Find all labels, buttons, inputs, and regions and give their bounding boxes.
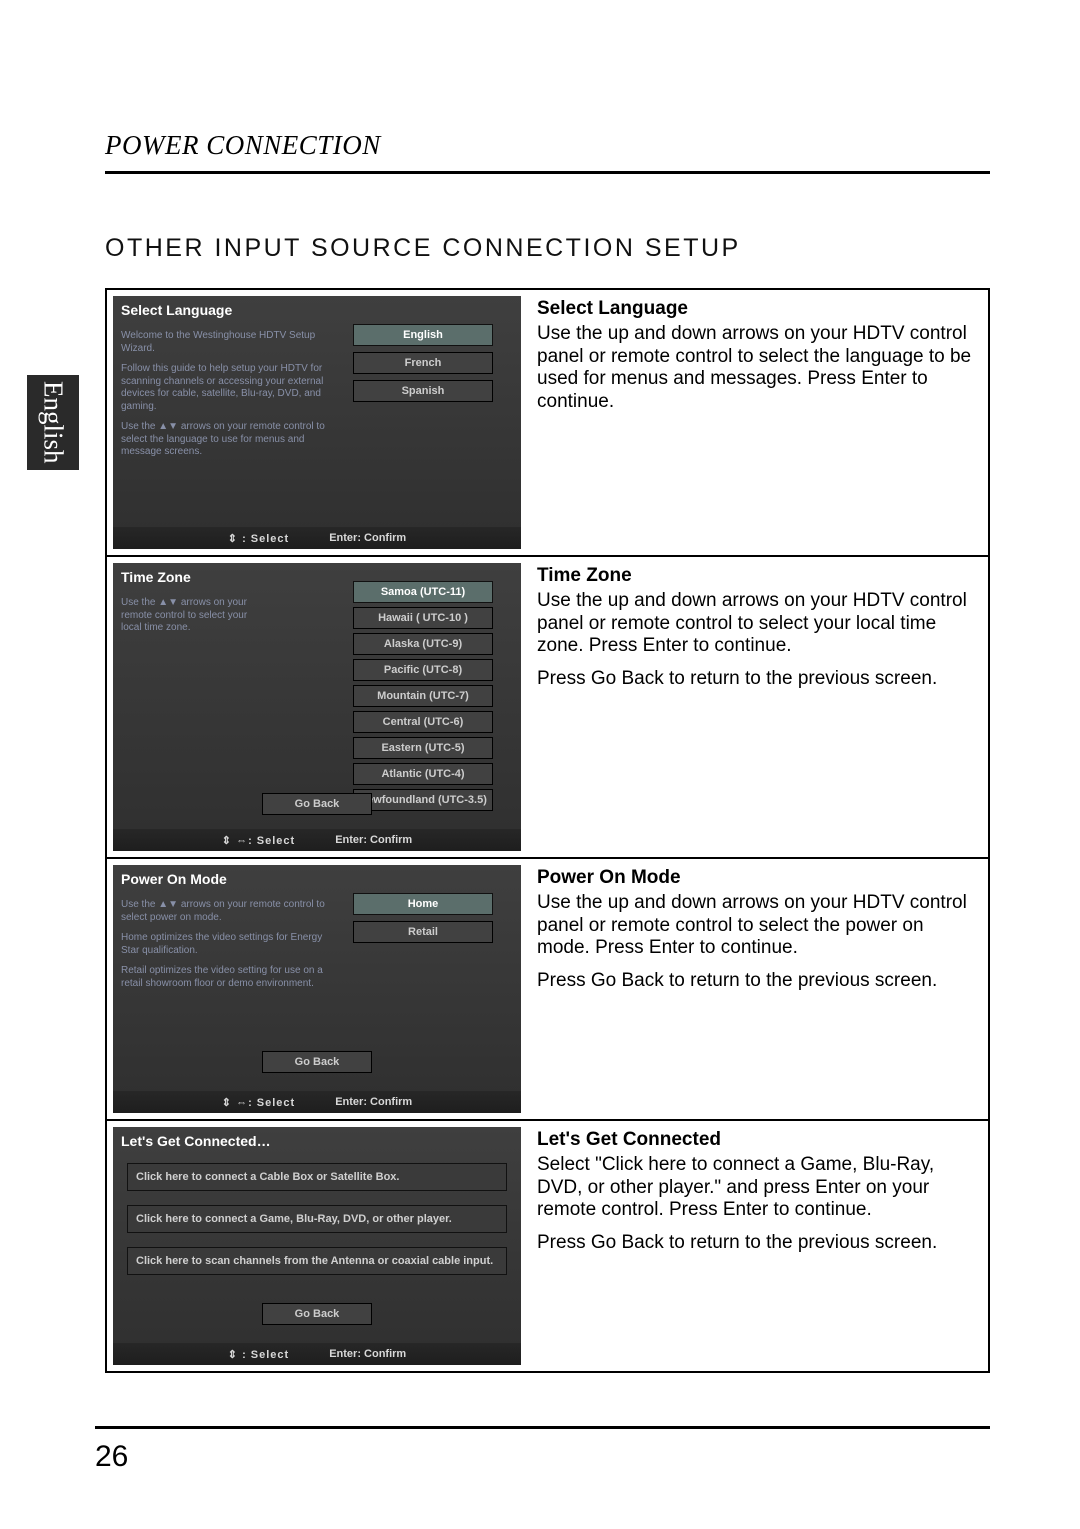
tv-screen-power-on-mode: Power On Mode Use the ▲▼ arrows on your … <box>107 859 527 1119</box>
section-title: OTHER INPUT SOURCE CONNECTION SETUP <box>105 234 990 263</box>
panel-description: Select Language Use the up and down arro… <box>527 290 988 555</box>
option-retail[interactable]: Retail <box>353 921 493 943</box>
panel-description: Let's Get Connected Select "Click here t… <box>527 1121 988 1371</box>
option-eastern[interactable]: Eastern (UTC-5) <box>353 737 493 759</box>
screen-title: Select Language <box>113 296 521 322</box>
option-atlantic[interactable]: Atlantic (UTC-4) <box>353 763 493 785</box>
footer-confirm-hint: Enter: Confirm <box>329 532 406 544</box>
desc-text: Press Go Back to return to the previous … <box>537 970 978 993</box>
connect-list: Click here to connect a Cable Box or Sat… <box>113 1153 521 1285</box>
tv-screen-lets-get-connected: Let's Get Connected… Click here to conne… <box>107 1121 527 1371</box>
screen-footer: ⇕ : Select Enter: Confirm <box>113 1343 521 1365</box>
footer-confirm-hint: Enter: Confirm <box>335 1096 412 1108</box>
screen-text: Use the ▲▼ arrows on your remote control… <box>113 597 273 635</box>
screen-text: Follow this guide to help setup your HDT… <box>113 363 343 413</box>
desc-text: Press Go Back to return to the previous … <box>537 668 978 691</box>
desc-title: Select Language <box>537 298 978 321</box>
connect-cable-satellite[interactable]: Click here to connect a Cable Box or Sat… <box>127 1163 507 1191</box>
option-mountain[interactable]: Mountain (UTC-7) <box>353 685 493 707</box>
screen-text: Use the ▲▼ arrows on your remote control… <box>113 421 343 459</box>
tv-screen-select-language: Select Language Welcome to the Westingho… <box>107 290 527 555</box>
screen-footer: ⇕ : Select Enter: Confirm <box>113 527 521 549</box>
option-column: English French Spanish <box>353 324 493 402</box>
desc-title: Power On Mode <box>537 867 978 890</box>
setup-panel-grid: Select Language Welcome to the Westingho… <box>105 288 990 1373</box>
panel-description: Time Zone Use the up and down arrows on … <box>527 557 988 857</box>
screen-footer: ⇕ ⇔: Select Enter: Confirm <box>113 829 521 851</box>
desc-text: Use the up and down arrows on your HDTV … <box>537 590 978 658</box>
screen-title: Power On Mode <box>113 865 521 891</box>
panel-description: Power On Mode Use the up and down arrows… <box>527 859 988 1119</box>
option-column: Samoa (UTC-11) Hawaii ( UTC-10 ) Alaska … <box>353 581 493 811</box>
connect-game-bluray-dvd[interactable]: Click here to connect a Game, Blu-Ray, D… <box>127 1205 507 1233</box>
option-samoa[interactable]: Samoa (UTC-11) <box>353 581 493 603</box>
go-back-button[interactable]: Go Back <box>262 1303 372 1325</box>
footer-select-hint: ⇕ ⇔: Select <box>222 834 295 847</box>
page: English POWER CONNECTION OTHER INPUT SOU… <box>0 0 1080 1529</box>
go-back-button[interactable]: Go Back <box>262 793 372 815</box>
footer-confirm-hint: Enter: Confirm <box>329 1348 406 1360</box>
screen-title: Let's Get Connected… <box>113 1127 521 1153</box>
panel-row: Select Language Welcome to the Westingho… <box>107 290 988 557</box>
desc-title: Let's Get Connected <box>537 1129 978 1152</box>
option-english[interactable]: English <box>353 324 493 346</box>
page-header: POWER CONNECTION <box>105 130 990 174</box>
panel-row: Let's Get Connected… Click here to conne… <box>107 1121 988 1371</box>
desc-text: Press Go Back to return to the previous … <box>537 1232 978 1255</box>
footer-confirm-hint: Enter: Confirm <box>335 834 412 846</box>
panel-row: Time Zone Use the ▲▼ arrows on your remo… <box>107 557 988 859</box>
language-side-tab: English <box>27 375 79 470</box>
screen-text: Welcome to the Westinghouse HDTV Setup W… <box>113 330 343 355</box>
option-pacific[interactable]: Pacific (UTC-8) <box>353 659 493 681</box>
panel-row: Power On Mode Use the ▲▼ arrows on your … <box>107 859 988 1121</box>
footer-select-hint: ⇕ : Select <box>228 1348 289 1361</box>
screen-footer: ⇕ ⇔: Select Enter: Confirm <box>113 1091 521 1113</box>
desc-text: Select "Click here to connect a Game, Bl… <box>537 1154 978 1222</box>
desc-title: Time Zone <box>537 565 978 588</box>
option-newfoundland[interactable]: Newfoundland (UTC-3.5) <box>353 789 493 811</box>
tv-screen-time-zone: Time Zone Use the ▲▼ arrows on your remo… <box>107 557 527 857</box>
footer-select-hint: ⇕ ⇔: Select <box>222 1096 295 1109</box>
desc-text: Use the up and down arrows on your HDTV … <box>537 323 978 414</box>
option-french[interactable]: French <box>353 352 493 374</box>
go-back-button[interactable]: Go Back <box>262 1051 372 1073</box>
screen-text: Use the ▲▼ arrows on your remote control… <box>113 899 343 924</box>
footer-rule <box>95 1426 990 1429</box>
screen-text: Home optimizes the video settings for En… <box>113 932 343 957</box>
option-hawaii[interactable]: Hawaii ( UTC-10 ) <box>353 607 493 629</box>
option-column: Home Retail <box>353 893 493 943</box>
connect-scan-channels[interactable]: Click here to scan channels from the Ant… <box>127 1247 507 1275</box>
footer-select-hint: ⇕ : Select <box>228 532 289 545</box>
option-home[interactable]: Home <box>353 893 493 915</box>
option-central[interactable]: Central (UTC-6) <box>353 711 493 733</box>
option-alaska[interactable]: Alaska (UTC-9) <box>353 633 493 655</box>
desc-text: Use the up and down arrows on your HDTV … <box>537 892 978 960</box>
page-number: 26 <box>95 1440 128 1474</box>
screen-text: Retail optimizes the video setting for u… <box>113 965 343 990</box>
option-spanish[interactable]: Spanish <box>353 380 493 402</box>
